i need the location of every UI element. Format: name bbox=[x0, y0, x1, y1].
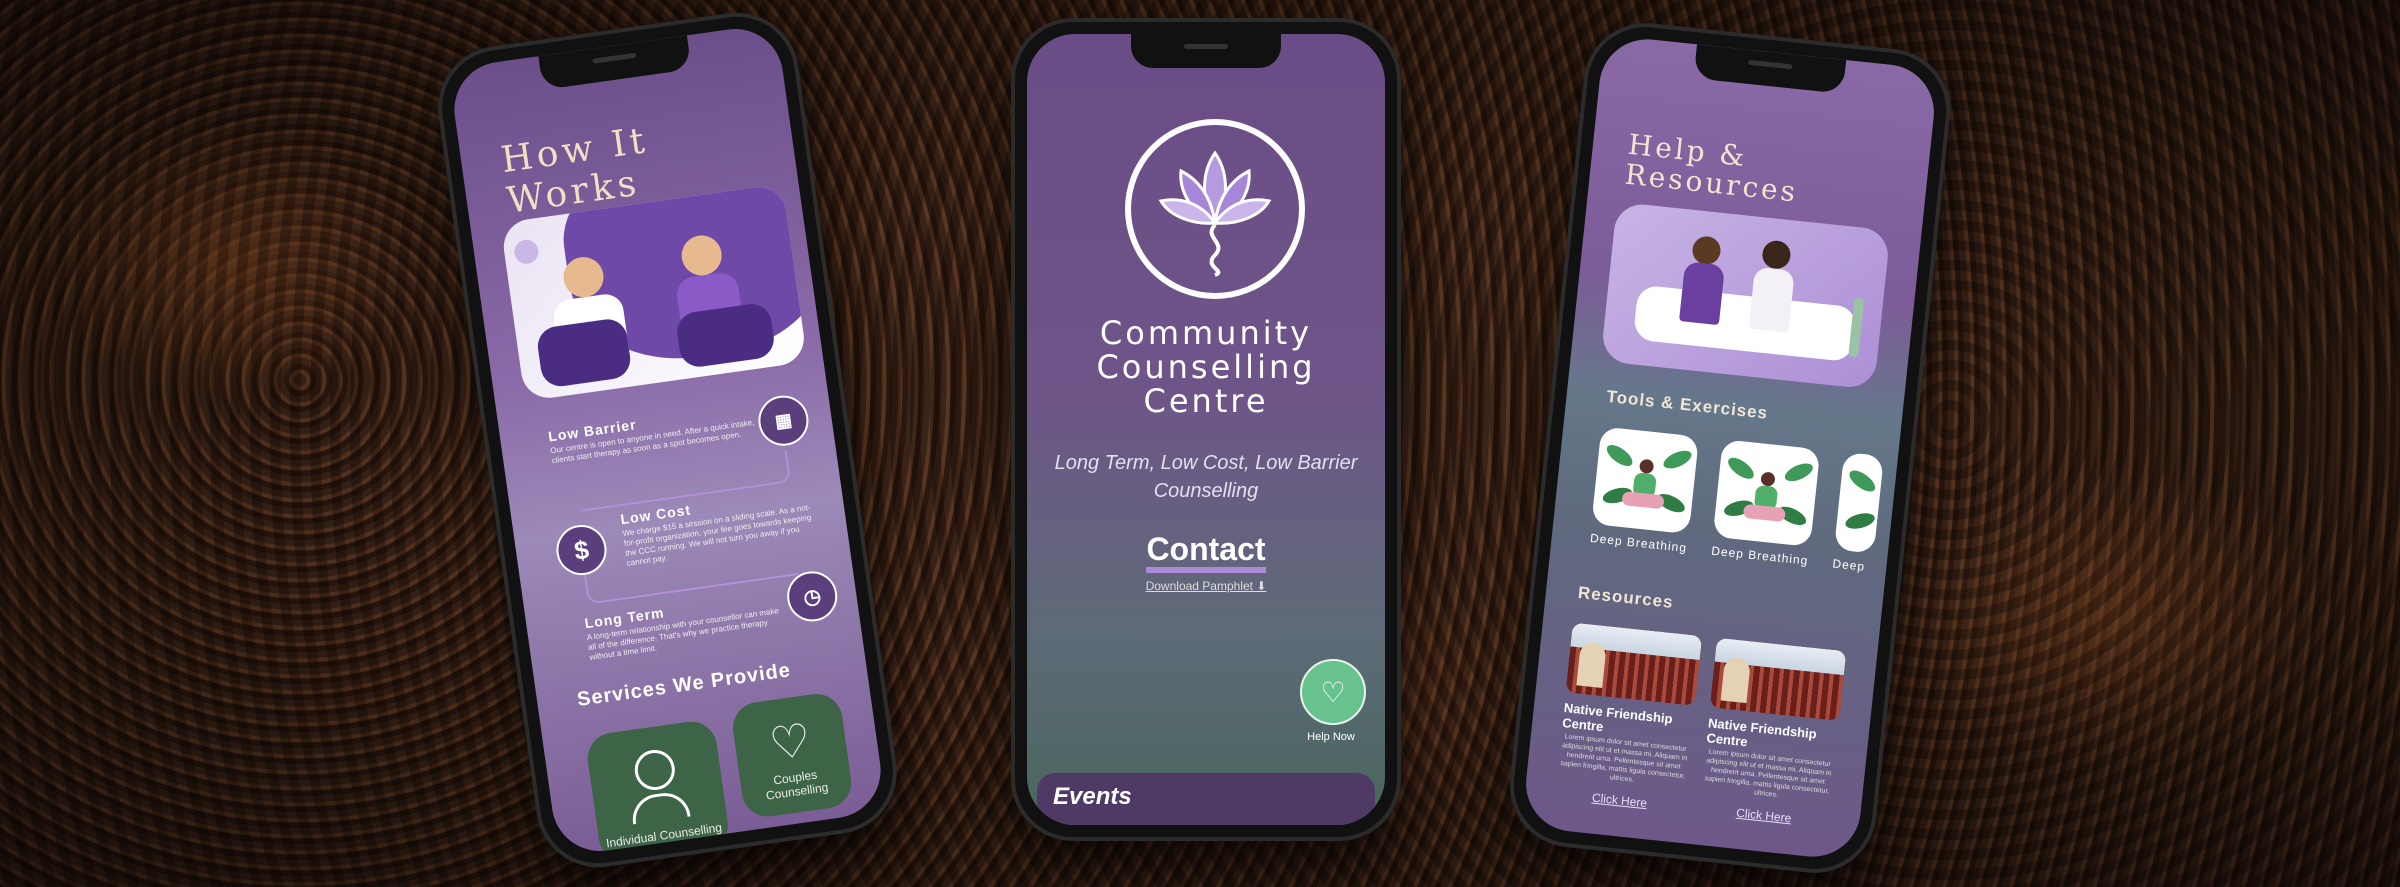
phone-home: Community Counselling Centre Long Term, … bbox=[1015, 22, 1397, 837]
service-label: Couples Counselling bbox=[765, 767, 830, 803]
page-title: Help & Resources bbox=[1623, 128, 1802, 209]
service-card-individual[interactable]: Individual Counselling bbox=[584, 718, 732, 858]
tool-card[interactable] bbox=[1833, 451, 1884, 554]
clock-icon: ◷ bbox=[783, 568, 841, 625]
resource-link[interactable]: Click Here bbox=[1554, 787, 1685, 815]
centre-title-line-2: Counselling bbox=[1096, 348, 1316, 386]
lotus-logo-icon bbox=[1125, 119, 1305, 299]
tool-label: Deep bbox=[1831, 556, 1866, 574]
service-label: Individual Counselling bbox=[605, 820, 723, 851]
meditation-icon bbox=[1742, 471, 1787, 524]
tool-label: Deep Breathing bbox=[1589, 530, 1688, 556]
meditation-icon bbox=[1621, 458, 1665, 511]
resource-card: Native Friendship Centre Lorem ipsum dol… bbox=[1698, 637, 1847, 830]
centre-title-line-3: Centre bbox=[1143, 382, 1269, 420]
events-label: Events bbox=[1053, 783, 1132, 810]
notch bbox=[1693, 44, 1847, 94]
notch bbox=[1131, 34, 1281, 68]
resource-card: Native Friendship Centre Lorem ipsum dol… bbox=[1554, 622, 1703, 815]
screen: Help & Resources Tools & Exercises Deep … bbox=[1521, 34, 1939, 862]
tool-card[interactable] bbox=[1712, 439, 1821, 547]
resources-title: Resources bbox=[1577, 582, 1675, 612]
download-pamphlet-link[interactable]: Download Pamphlet ⬇ bbox=[1027, 579, 1385, 593]
person-icon bbox=[632, 747, 678, 793]
help-now-label: Help Now bbox=[1307, 731, 1355, 743]
contact-button[interactable]: Contact bbox=[1027, 531, 1385, 573]
tool-card[interactable] bbox=[1591, 426, 1700, 535]
person-body-icon bbox=[629, 789, 691, 825]
stairs-icon: ▦ bbox=[755, 392, 812, 449]
counselling-illustration bbox=[500, 183, 808, 402]
notch bbox=[537, 35, 692, 90]
screen: Community Counselling Centre Long Term, … bbox=[1027, 34, 1385, 825]
centre-title-line-1: Community bbox=[1099, 314, 1313, 352]
dollar-icon: $ bbox=[553, 521, 610, 579]
heart-hand-icon: ♡ bbox=[1320, 676, 1346, 708]
tools-title: Tools & Exercises bbox=[1605, 386, 1770, 423]
resource-image bbox=[1709, 637, 1847, 721]
help-now-button[interactable]: ♡ bbox=[1300, 659, 1366, 725]
resource-image bbox=[1565, 622, 1703, 706]
tagline: Long Term, Low Cost, Low Barrier Counsel… bbox=[1054, 452, 1358, 502]
heart-bandage-icon: ♡ bbox=[766, 713, 815, 771]
service-card-couples[interactable]: ♡ Couples Counselling bbox=[729, 690, 855, 820]
resource-link[interactable]: Click Here bbox=[1698, 802, 1829, 830]
support-illustration bbox=[1600, 201, 1891, 390]
events-panel[interactable]: Events bbox=[1037, 773, 1375, 825]
tool-label: Deep Breathing bbox=[1710, 543, 1810, 568]
contact-label: Contact bbox=[1146, 531, 1266, 573]
